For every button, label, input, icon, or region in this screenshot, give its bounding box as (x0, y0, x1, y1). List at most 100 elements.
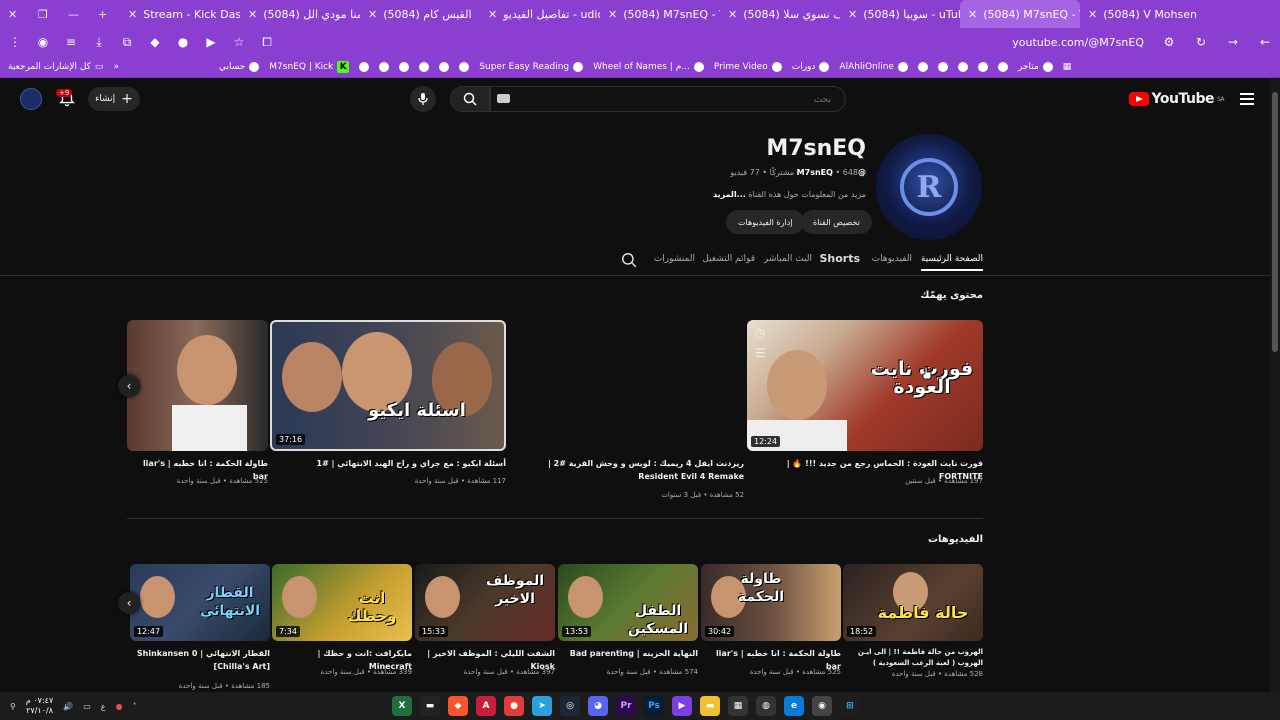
clock-icon[interactable]: ◷ (755, 326, 765, 340)
telegram-app-icon[interactable]: ➤ (532, 696, 552, 716)
bookmark-icon[interactable] (419, 61, 430, 72)
language-icon[interactable]: ع (101, 702, 106, 711)
video-card[interactable]: فورت نايت العودة ◷ ☰ 12:24 فورت نايت الع… (747, 320, 983, 490)
browser-tab[interactable]: ✕(5084) كيف نسوي سلا (720, 0, 840, 28)
brave-app-icon[interactable]: ◆ (448, 696, 468, 716)
playlist-icon[interactable]: ≡ (64, 35, 78, 49)
video-card[interactable]: طاولة الحكمة 30:42 طاولة الحكمة : انا خط… (701, 564, 841, 692)
video-thumbnail[interactable] (127, 320, 268, 451)
customize-channel-button[interactable]: تخصيص القناة (801, 210, 872, 234)
acrobat-app-icon[interactable]: A (476, 696, 496, 716)
app-icon[interactable]: ● (504, 696, 524, 716)
tab-live[interactable]: البث المباشر (764, 254, 812, 264)
back-icon[interactable]: ← (1258, 35, 1272, 49)
tab-shorts[interactable]: Shorts (819, 252, 860, 265)
window-restore-button[interactable]: ❐ (30, 0, 60, 28)
bookmark-icon[interactable] (917, 61, 928, 72)
excel-app-icon[interactable]: X (392, 696, 412, 716)
video-card[interactable]: حالة فاطمة 18:52 الهروب من حالة فاطمة !!… (843, 564, 983, 692)
bookmark-item[interactable]: دورات (792, 61, 830, 72)
video-title[interactable]: القطار الانتهائي | Shinkansen 0 [Chilla'… (130, 647, 270, 673)
tray-overflow-icon[interactable]: ˄ (133, 702, 137, 711)
bookmark-icon[interactable] (957, 61, 968, 72)
video-thumbnail[interactable]: انت وحظك 7:34 (272, 564, 412, 641)
queue-icon[interactable]: ☰ (755, 346, 766, 360)
video-thumbnail[interactable]: طاولة الحكمة 30:42 (701, 564, 841, 641)
video-thumbnail[interactable]: اسئلة ايكيو 37:16 (270, 320, 506, 451)
grid-icon[interactable]: ▦ (1063, 62, 1072, 72)
tab-videos[interactable]: الفيديوهات (872, 254, 912, 264)
new-tab-button[interactable]: + (90, 0, 120, 28)
browser-tab[interactable]: ✕(5084) M7snEQ - You (600, 0, 720, 28)
manage-videos-button[interactable]: إدارة الفيديوهات (726, 210, 805, 234)
share-icon[interactable]: ⧠ (260, 35, 274, 49)
close-icon[interactable]: ✕ (488, 8, 497, 21)
photoshop-app-icon[interactable]: Ps (644, 696, 664, 716)
bookmark-icon[interactable] (379, 61, 390, 72)
voice-search-button[interactable] (410, 86, 436, 112)
keyboard-icon[interactable] (497, 94, 510, 103)
avatar[interactable] (20, 88, 42, 110)
notifications-icon[interactable]: ⚲ (10, 702, 16, 711)
close-icon[interactable]: ✕ (128, 8, 137, 21)
carousel-prev-button[interactable]: ‹ (118, 592, 140, 614)
bookmark-icon[interactable] (359, 61, 370, 72)
page-scrollbar[interactable] (1270, 78, 1280, 692)
bookmark-star-icon[interactable]: ☆ (232, 35, 246, 49)
extension-icon[interactable]: ● (176, 35, 190, 49)
reload-icon[interactable]: ↻ (1194, 35, 1208, 49)
video-title[interactable]: ريزدنت ايفل 4 ريميك : لويس و وحش القرية … (508, 457, 744, 483)
close-icon[interactable]: ✕ (248, 8, 257, 21)
browser-tab[interactable]: ✕ (5084) القيس كام (360, 0, 480, 28)
video-thumbnail[interactable]: القطار الانتهائي 12:47 (130, 564, 270, 641)
extension-icon[interactable]: ◉ (36, 35, 50, 49)
store-app-icon[interactable]: ▦ (728, 696, 748, 716)
create-button[interactable]: إنشاء + (88, 87, 140, 111)
edge-app-icon[interactable]: e (784, 696, 804, 716)
video-card[interactable]: انت وحظك 7:34 مايكرافت :انت و حظك | Mine… (272, 564, 412, 692)
video-title[interactable]: الهروب من حالة فاطمة !! | الى ايـن الهرو… (843, 647, 983, 669)
chrome-app-icon[interactable]: ◉ (812, 696, 832, 716)
video-thumbnail[interactable]: حالة فاطمة 18:52 (843, 564, 983, 641)
search-button[interactable] (450, 86, 490, 112)
extension-icon[interactable]: ◆ (148, 35, 162, 49)
video-card[interactable]: ريزدنت ايفل 4 ريميك : لويس و وحش القرية … (508, 320, 744, 500)
site-settings-icon[interactable]: ⚙ (1162, 35, 1176, 49)
tab-posts[interactable]: المنشورات (654, 254, 695, 264)
forward-icon[interactable]: → (1226, 35, 1240, 49)
premiere-app-icon[interactable]: Pr (616, 696, 636, 716)
bookmark-item[interactable]: حسابي (219, 61, 260, 72)
all-bookmarks[interactable]: كل الإشارات المرجعية ▭ (8, 62, 103, 72)
clock[interactable]: ٠٧:٤٧ م ٢٧/١٠/٨ (26, 696, 53, 716)
video-card[interactable]: اسئلة ايكيو 37:16 أسئلة ايكيو : مع جراي … (270, 320, 506, 490)
browser-tab[interactable]: ✕(5084) V Mohsen Ah (1080, 0, 1200, 28)
download-icon[interactable]: ⤓ (92, 35, 106, 49)
close-icon[interactable]: ✕ (368, 8, 377, 21)
video-card[interactable]: الطفل المسكين 13:53 النهاية الحزينه | Ba… (558, 564, 698, 692)
discord-app-icon[interactable]: ◕ (588, 696, 608, 716)
close-icon[interactable]: ✕ (608, 8, 617, 21)
bookmark-item[interactable]: AlAhliOnline (839, 61, 908, 72)
volume-icon[interactable]: 🔊 (63, 702, 73, 711)
close-icon[interactable]: ✕ (968, 8, 977, 21)
youtube-logo[interactable]: YouTube SA (1128, 91, 1225, 107)
terminal-app-icon[interactable]: ▬ (420, 696, 440, 716)
bookmark-item[interactable]: M7snEQ | Kick K (269, 60, 350, 73)
bookmark-item[interactable]: Super Easy Reading (479, 61, 584, 72)
bookmark-icon[interactable] (459, 61, 470, 72)
browser-tab[interactable]: ✕(5084) داهمنا مودي الل (240, 0, 360, 28)
video-thumbnail[interactable]: الطفل المسكين 13:53 (558, 564, 698, 641)
mic-tray-icon[interactable]: ● (116, 702, 123, 711)
bookmark-item[interactable]: Wheel of Names | م... (593, 61, 704, 72)
search-input[interactable] (491, 88, 845, 112)
browser-tab[interactable]: ✕سوبيا (5084) - uTube (840, 0, 960, 28)
bookmarks-overflow-icon[interactable]: » (113, 62, 119, 72)
video-card[interactable]: طاولة الحكمة : انا خطبه | liar's bar 525… (127, 320, 268, 490)
puzzle-icon[interactable]: ⧉ (120, 35, 134, 49)
close-icon[interactable]: ✕ (728, 8, 737, 21)
channel-avatar[interactable]: R (876, 134, 982, 240)
video-title[interactable]: أسئلة ايكيو : مع جراي و راح الهبد الانته… (270, 457, 506, 470)
close-icon[interactable]: ✕ (1088, 8, 1097, 21)
bookmark-icon[interactable] (937, 61, 948, 72)
close-icon[interactable]: ✕ (848, 8, 857, 21)
